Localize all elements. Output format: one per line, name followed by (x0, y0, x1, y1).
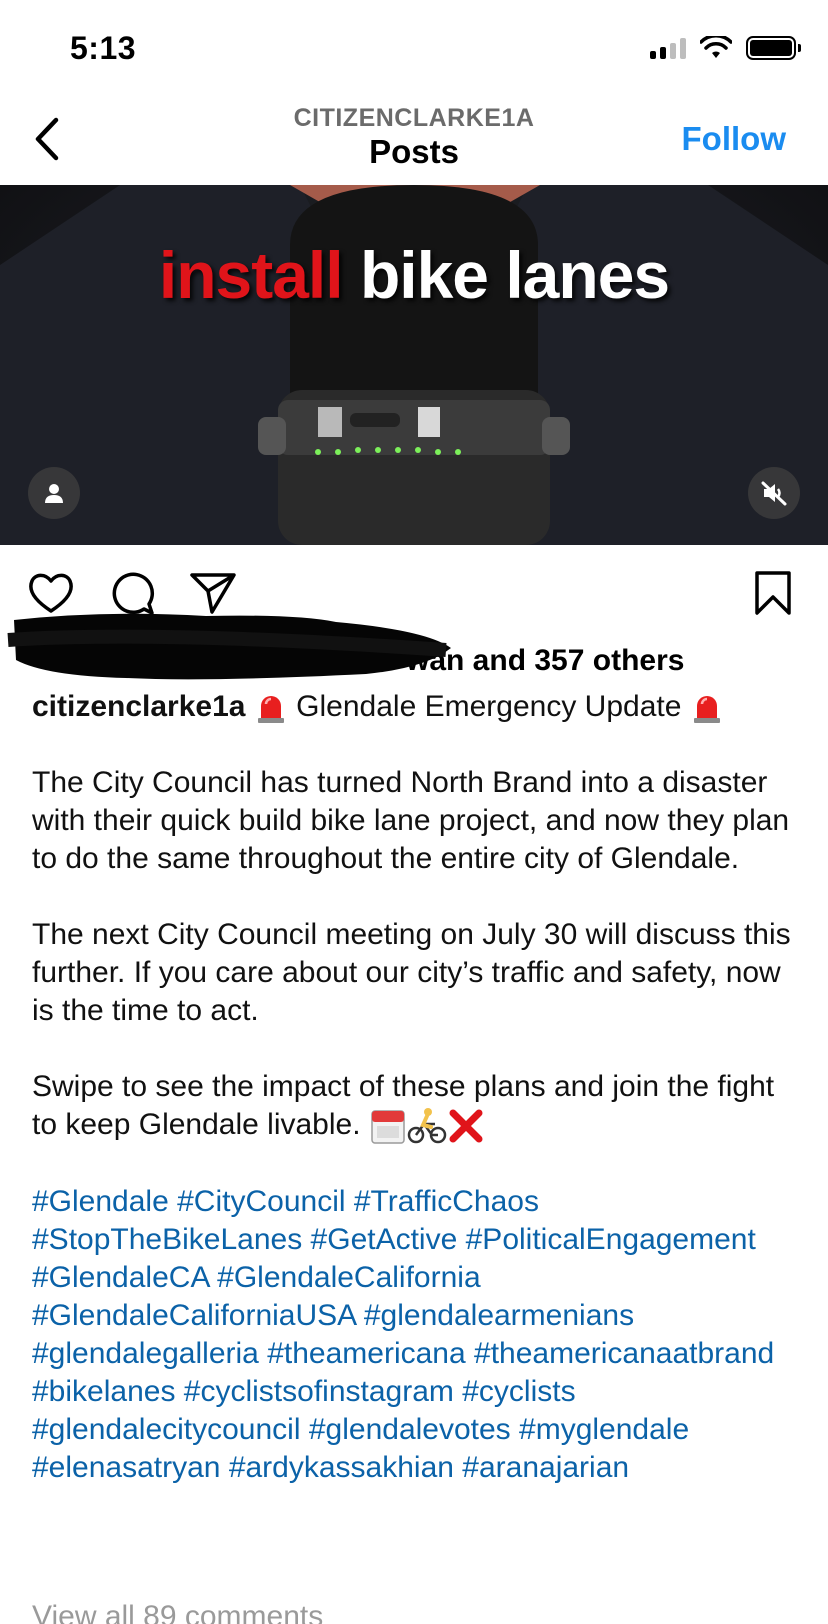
caption-words-bike-lanes: bike lanes (359, 238, 670, 312)
post-media[interactable]: install bike lanes (0, 185, 828, 545)
view-all-comments-link[interactable]: View all 89 comments (32, 1600, 323, 1624)
mute-icon (761, 481, 787, 506)
caption-word-install: install (158, 238, 344, 312)
caption-paragraph-3: Swipe to see the impact of these plans a… (32, 1068, 802, 1145)
hashtag-link[interactable]: #elenasatryan (32, 1451, 220, 1484)
hashtag-link[interactable]: #GlendaleCaliforniaUSA (32, 1299, 356, 1332)
hashtag-link[interactable]: #GlendaleCalifornia (217, 1261, 481, 1294)
bookmark-icon (755, 571, 791, 615)
post-caption: citizenclarke1a Glendale Emergency Updat… (32, 688, 802, 1525)
video-caption-overlay: install bike lanes (0, 237, 828, 313)
siren-emoji-icon (257, 696, 284, 724)
wifi-icon (700, 36, 732, 58)
cellular-signal-icon (650, 37, 686, 59)
calendar-emoji-icon (371, 1110, 405, 1144)
mute-button[interactable] (748, 467, 800, 519)
hashtag-link[interactable]: #CityCouncil (177, 1185, 345, 1218)
hashtag-link[interactable]: #theamericanaatbrand (474, 1337, 774, 1370)
status-icons (650, 36, 801, 60)
hashtag-link[interactable]: #myglendale (519, 1413, 689, 1446)
hashtag-link[interactable]: #cyclistsofinstagram (184, 1375, 454, 1408)
hashtag-link[interactable]: #theamericana (267, 1337, 465, 1370)
save-button[interactable] (748, 568, 798, 618)
hashtag-link[interactable]: #PoliticalEngagement (466, 1223, 756, 1256)
status-bar: 5:13 (0, 0, 828, 96)
follow-button[interactable]: Follow (682, 120, 786, 158)
hashtag-link[interactable]: #GetActive (311, 1223, 458, 1256)
hashtag-link[interactable]: #TrafficChaos (354, 1185, 539, 1218)
caption-hashtags: #Glendale #CityCouncil #TrafficChaos #St… (32, 1183, 802, 1487)
redaction-scribble (7, 613, 451, 680)
hashtag-link[interactable]: #StopTheBikeLanes (32, 1223, 302, 1256)
tagged-people-button[interactable] (28, 467, 80, 519)
hashtag-link[interactable]: #glendalegalleria (32, 1337, 259, 1370)
hashtag-link[interactable]: #GlendaleCA (32, 1261, 209, 1294)
hashtag-link[interactable]: #glendalearmenians (364, 1299, 634, 1332)
siren-emoji-icon (693, 696, 720, 724)
likes-count[interactable]: 357 others (534, 644, 684, 677)
hashtag-link[interactable]: #ardykassakhian (229, 1451, 454, 1484)
battery-icon (746, 36, 801, 60)
nav-header: CITIZENCLARKE1A Posts Follow (0, 96, 828, 186)
hashtag-link[interactable]: #Glendale (32, 1185, 169, 1218)
hashtag-link[interactable]: #glendalecitycouncil (32, 1413, 301, 1446)
person-tag-icon (45, 484, 63, 503)
hashtag-link[interactable]: #aranajarian (462, 1451, 629, 1484)
status-time: 5:13 (70, 30, 137, 66)
cyclist-emoji-icon (407, 1108, 447, 1144)
hashtag-link[interactable]: #cyclists (462, 1375, 575, 1408)
caption-headline: Glendale Emergency Update (296, 690, 682, 723)
caption-paragraph-1: The City Council has turned North Brand … (32, 766, 790, 875)
caption-headline-line: citizenclarke1a Glendale Emergency Updat… (32, 688, 802, 726)
caption-author[interactable]: citizenclarke1a (32, 690, 245, 723)
hashtag-link[interactable]: #bikelanes (32, 1375, 175, 1408)
caption-paragraph-2: The next City Council meeting on July 30… (32, 918, 791, 1027)
hashtag-link[interactable]: #glendalevotes (309, 1413, 511, 1446)
cross-mark-emoji-icon (449, 1109, 483, 1143)
